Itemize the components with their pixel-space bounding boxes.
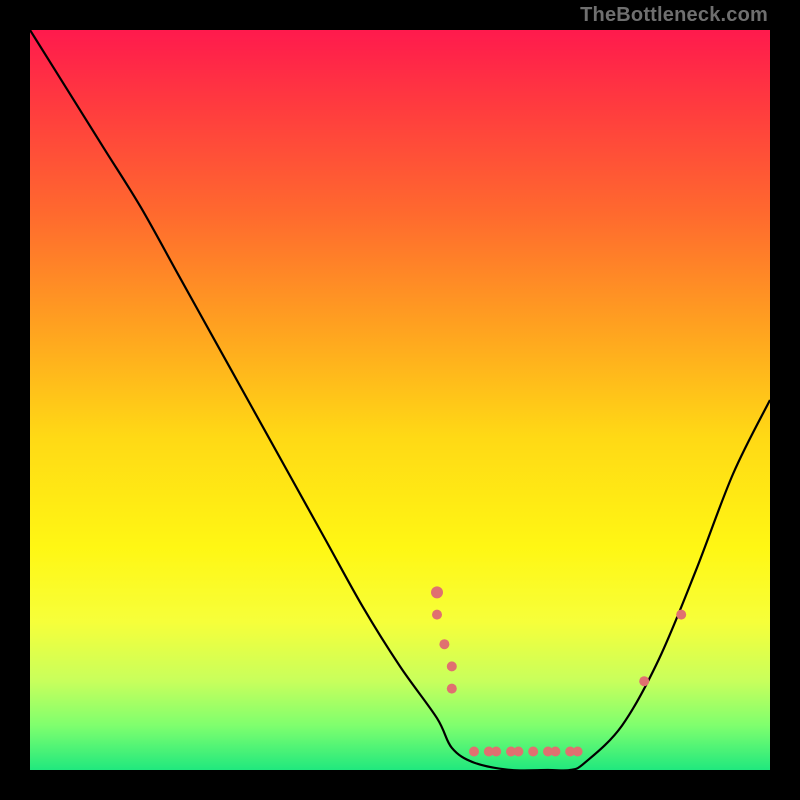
chart-svg bbox=[30, 30, 770, 770]
data-marker bbox=[447, 661, 457, 671]
data-marker bbox=[432, 610, 442, 620]
data-marker bbox=[439, 639, 449, 649]
watermark-label: TheBottleneck.com bbox=[580, 4, 768, 27]
data-marker bbox=[431, 586, 443, 598]
data-marker bbox=[491, 747, 501, 757]
data-marker bbox=[676, 610, 686, 620]
data-marker bbox=[528, 747, 538, 757]
data-marker bbox=[469, 747, 479, 757]
marker-group bbox=[431, 586, 686, 756]
chart-frame: TheBottleneck.com bbox=[0, 0, 800, 800]
data-marker bbox=[447, 684, 457, 694]
data-marker bbox=[513, 747, 523, 757]
plot-area bbox=[30, 30, 770, 770]
data-marker bbox=[639, 676, 649, 686]
bottleneck-curve bbox=[30, 30, 770, 770]
data-marker bbox=[573, 747, 583, 757]
data-marker bbox=[550, 747, 560, 757]
